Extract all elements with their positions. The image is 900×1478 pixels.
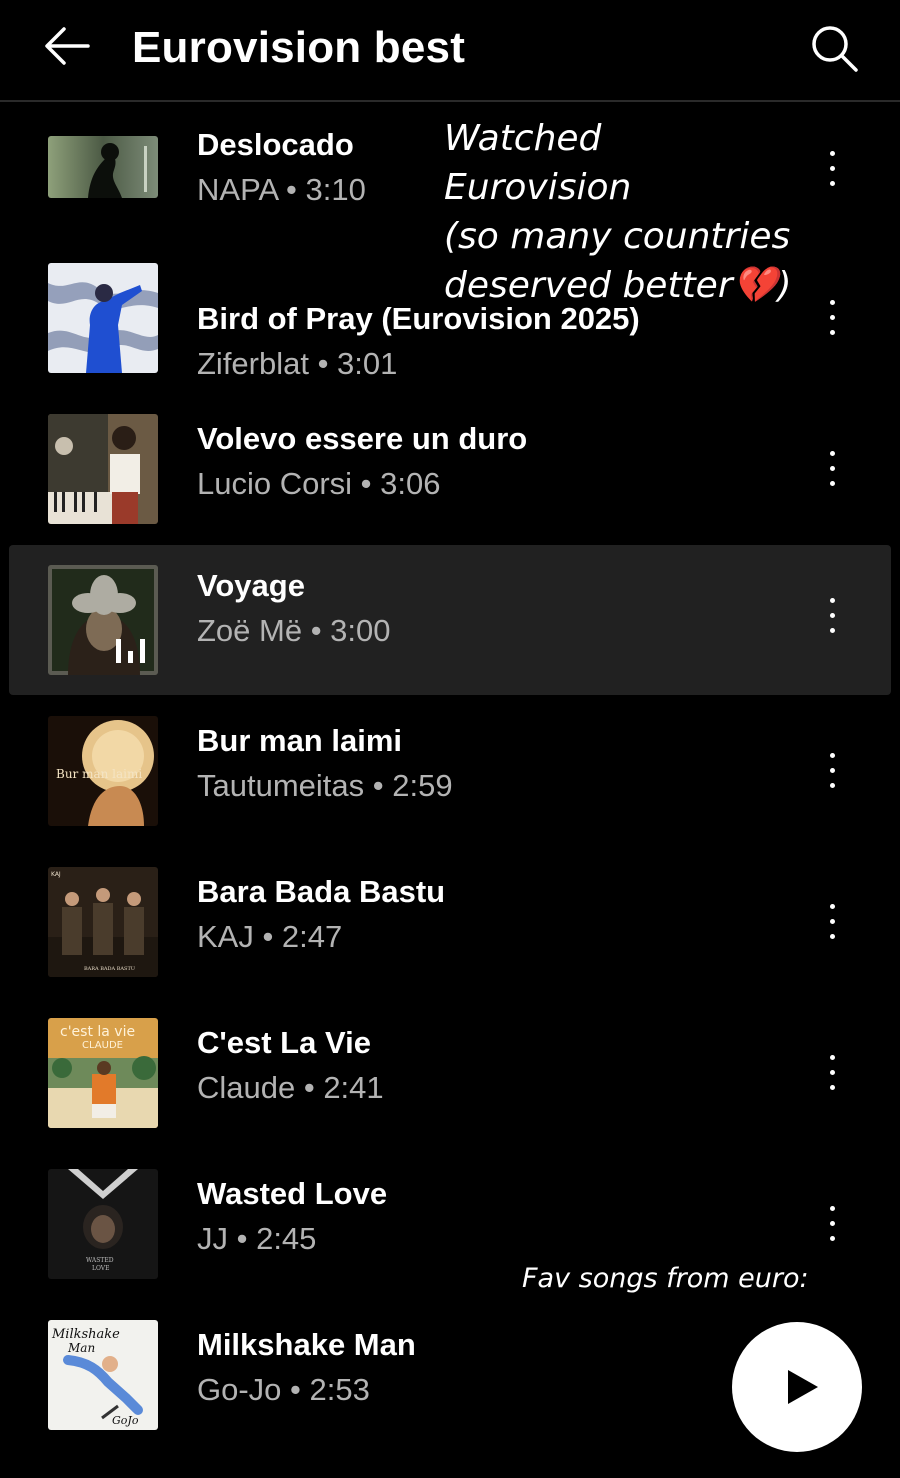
track-artist-duration: Lucio Corsi • 3:06 — [197, 466, 441, 501]
track-title: Bara Bada Bastu — [197, 874, 446, 909]
track-title: C'est La Vie — [197, 1025, 371, 1060]
album-art-bird-of-pray — [48, 263, 158, 373]
album-art-text: LOVE — [92, 1265, 110, 1272]
story-caption-overlay: Fav songs from euro: — [522, 1263, 809, 1294]
equalizer-playing-icon — [116, 639, 145, 663]
album-art-text: Man — [67, 1341, 95, 1355]
search-button[interactable] — [806, 20, 862, 76]
album-art-wasted-love: WASTED LOVE — [48, 1169, 158, 1279]
track-artist-duration: Claude • 2:41 — [197, 1070, 384, 1105]
page-title: Eurovision best — [132, 23, 466, 72]
album-art-text: c'est la vie — [60, 1024, 135, 1040]
album-art-bara-bada-bastu: KAJ BARA BADA BASTU — [48, 867, 158, 977]
album-art-voyage — [48, 565, 158, 675]
album-art-text: Bur man laimi — [56, 767, 142, 781]
arrow-left-icon — [45, 27, 90, 65]
more-options-button[interactable] — [816, 897, 848, 947]
track-row[interactable]: KAJ BARA BADA BASTU Bara Bada Bastu KAJ … — [0, 851, 900, 1002]
back-button[interactable] — [40, 22, 94, 70]
album-art-text: Milkshake — [51, 1327, 120, 1342]
album-art-text: KAJ — [51, 871, 61, 878]
top-app-bar: Eurovision best — [0, 0, 900, 102]
track-row[interactable]: Bur man laimi Bur man laimi Tautumeitas … — [0, 700, 900, 851]
play-icon — [788, 1370, 818, 1404]
album-art-bur-man-laimi: Bur man laimi — [48, 716, 158, 826]
album-art-text: BARA BADA BASTU — [84, 966, 135, 972]
track-title: Volevo essere un duro — [197, 421, 528, 456]
track-artist-duration: JJ • 2:45 — [197, 1221, 317, 1256]
track-row-now-playing[interactable]: Voyage Zoë Më • 3:00 — [9, 545, 891, 695]
track-title: Deslocado — [197, 127, 354, 162]
track-meta: Volevo essere un duro Lucio Corsi • 3:06 — [197, 420, 527, 504]
track-artist-duration: Tautumeitas • 2:59 — [197, 768, 453, 803]
album-art-text: CLAUDE — [82, 1040, 123, 1051]
track-artist-duration: NAPA • 3:10 — [197, 172, 366, 207]
more-options-button[interactable] — [816, 746, 848, 796]
album-art-cest-la-vie: c'est la vie CLAUDE — [48, 1018, 158, 1128]
track-title: Wasted Love — [197, 1176, 388, 1211]
more-options-button[interactable] — [816, 144, 848, 194]
album-art-milkshake-man: Milkshake Man GoJo — [48, 1320, 158, 1430]
album-art-text: GoJo — [112, 1414, 139, 1427]
play-button[interactable] — [732, 1322, 862, 1452]
more-options-button[interactable] — [816, 591, 848, 641]
album-art-text: WASTED — [86, 1257, 114, 1264]
track-meta: Deslocado NAPA • 3:10 — [197, 126, 366, 210]
track-artist-duration: Ziferblat • 3:01 — [197, 346, 398, 381]
track-row[interactable]: Volevo essere un duro Lucio Corsi • 3:06 — [0, 398, 900, 549]
track-meta: Bur man laimi Tautumeitas • 2:59 — [197, 722, 453, 806]
album-art-volevo-essere-un-duro — [48, 414, 158, 524]
more-options-button[interactable] — [816, 1048, 848, 1098]
album-art-deslocado — [48, 136, 158, 198]
track-title: Bur man laimi — [197, 723, 402, 758]
story-text-overlay: Watched Eurovision (so many countries de… — [444, 118, 792, 306]
track-title: Voyage — [197, 568, 305, 603]
track-meta: Wasted Love JJ • 2:45 — [197, 1175, 387, 1259]
more-options-button[interactable] — [816, 1199, 848, 1249]
track-meta: Milkshake Man Go-Jo • 2:53 — [197, 1326, 416, 1410]
track-artist-duration: Go-Jo • 2:53 — [197, 1372, 370, 1407]
track-title: Milkshake Man — [197, 1327, 416, 1362]
track-meta: Voyage Zoë Më • 3:00 — [197, 567, 391, 651]
track-artist-duration: Zoë Më • 3:00 — [197, 613, 391, 648]
more-options-button[interactable] — [816, 444, 848, 494]
more-options-button[interactable] — [816, 293, 848, 343]
search-icon — [812, 26, 858, 72]
track-row[interactable]: c'est la vie CLAUDE C'est La Vie Claude … — [0, 1002, 900, 1153]
track-meta: C'est La Vie Claude • 2:41 — [197, 1024, 384, 1108]
track-meta: Bara Bada Bastu KAJ • 2:47 — [197, 873, 445, 957]
track-artist-duration: KAJ • 2:47 — [197, 919, 343, 954]
